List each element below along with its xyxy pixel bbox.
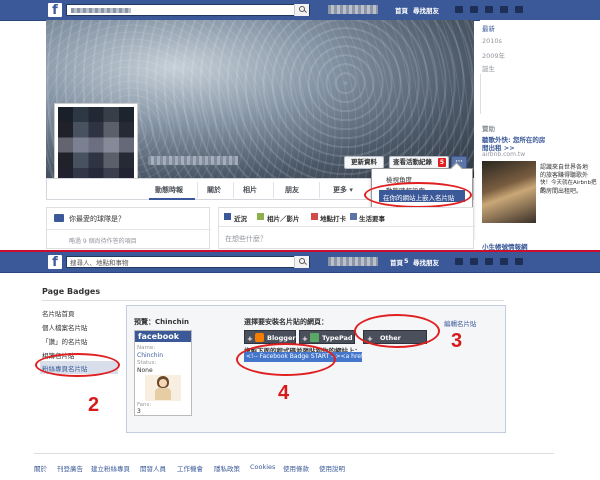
- tab-friends[interactable]: 朋友: [285, 185, 299, 195]
- choose-site-label: 選擇要安裝名片貼的網頁：: [244, 318, 328, 326]
- annotation-number-4: 4: [278, 382, 290, 404]
- top-search-input[interactable]: [66, 4, 310, 16]
- ad-domain[interactable]: airbnb.com.tw: [482, 151, 525, 158]
- facebook-badge-preview[interactable]: facebook Name: Chinchin Status: None Fan…: [134, 330, 192, 416]
- badge-avatar-illustration: [145, 375, 181, 401]
- friend-requests-icon-2[interactable]: [455, 258, 463, 265]
- like-question-icon: [54, 214, 64, 222]
- blurred-profile-name: [148, 156, 238, 165]
- annotation-number-2: 2: [88, 394, 100, 416]
- bottom-nav-find-friends[interactable]: 尋找朋友: [413, 257, 439, 267]
- bottom-search-input[interactable]: 搜尋人、地點和事物: [66, 256, 310, 268]
- edit-badge-link[interactable]: 編輯名片貼: [444, 318, 477, 328]
- ad-text-line-4: 的房間出租吧。: [540, 188, 583, 195]
- annotation-number-3: 3: [451, 330, 463, 352]
- sponsored-label: 贊助: [482, 125, 495, 133]
- activity-log-label: 查看活動紀錄: [393, 158, 432, 166]
- composer-input[interactable]: 在想些什麼？: [225, 234, 267, 244]
- lock-icon-2[interactable]: [500, 258, 508, 265]
- pencil-icon: [224, 213, 231, 220]
- typepad-button[interactable]: + TypePad: [299, 330, 355, 344]
- friends-question-title[interactable]: 你最愛的球隊是？: [69, 214, 125, 224]
- blurred-search-text: [71, 8, 131, 13]
- messages-icon-2[interactable]: [470, 258, 478, 265]
- footer-terms[interactable]: 使用條款: [283, 463, 309, 473]
- photo-icon: [257, 213, 264, 220]
- top-facebook-bar: f 首頁 尋找朋友: [0, 0, 600, 21]
- annotation-circle-4: [236, 343, 336, 376]
- badge-brand: facebook: [135, 331, 191, 342]
- top-nav-find-friends[interactable]: 尋找朋友: [413, 5, 439, 15]
- blurred-user-name-2[interactable]: [328, 257, 378, 266]
- composer-card: 近況 相片／影片 地點打卡 生活要事 在想些什麼？: [218, 207, 475, 249]
- tab-timeline[interactable]: 動態時報: [155, 185, 183, 195]
- search-icon-2[interactable]: [294, 256, 309, 268]
- annotation-circle-1: [364, 182, 472, 208]
- footer-privacy[interactable]: 隱私政策: [214, 463, 240, 473]
- bottom-nav-home[interactable]: 首頁: [390, 257, 403, 267]
- activity-count-badge: 5: [438, 158, 446, 167]
- footer-careers[interactable]: 工作機會: [177, 463, 203, 473]
- tab-photos[interactable]: 相片: [243, 185, 257, 195]
- friend-requests-icon[interactable]: [455, 6, 463, 13]
- blogger-label: Blogger: [267, 334, 296, 342]
- facebook-logo-icon-2[interactable]: f: [48, 255, 62, 270]
- life-event-icon: [350, 213, 357, 220]
- right-sidebar: 最新 2010s 2009年 誕生 贊助 聽歌外快: 您所在的房 間出租 >> …: [480, 20, 600, 252]
- location-icon: [311, 213, 318, 220]
- settings-icon[interactable]: [515, 6, 523, 13]
- top-nav-home[interactable]: 首頁: [395, 5, 408, 15]
- notifications-icon-2[interactable]: [485, 258, 493, 265]
- annotation-circle-2: [35, 353, 120, 377]
- facebook-logo-icon[interactable]: f: [48, 3, 62, 18]
- badge-status: None: [137, 367, 153, 374]
- profile-picture-image: [58, 107, 134, 183]
- badge-name-label: Name:: [137, 345, 156, 351]
- footer-create-page[interactable]: 建立粉絲專頁: [91, 463, 130, 473]
- messages-icon[interactable]: [470, 6, 478, 13]
- badge-status-label: Status:: [137, 360, 157, 366]
- bottom-search-placeholder: 搜尋人、地點和事物: [70, 259, 129, 267]
- notifications-icon[interactable]: [485, 6, 493, 13]
- composer-tab-photo[interactable]: 相片／影片: [267, 213, 300, 223]
- composer-tab-status[interactable]: 近況: [234, 213, 247, 223]
- friends-question-skip[interactable]: 略過 9 個尚待作答的項目: [69, 236, 137, 245]
- blogger-icon: [255, 333, 264, 342]
- profile-picture[interactable]: [54, 103, 138, 187]
- typepad-icon: [310, 333, 319, 342]
- page-title: Page Badges: [42, 287, 101, 296]
- typepad-label: TypePad: [322, 334, 353, 342]
- year-birth[interactable]: 誕生: [482, 63, 495, 73]
- badge-fans: 3: [137, 408, 141, 415]
- year-latest[interactable]: 最新: [482, 23, 495, 33]
- home-count-badge: 5: [404, 257, 409, 265]
- footer-about[interactable]: 關於: [34, 463, 47, 473]
- left-nav-badges-home[interactable]: 名片貼首頁: [42, 308, 75, 318]
- annotation-circle-3: [354, 314, 440, 348]
- left-nav-profile-badge[interactable]: 個人檔案名片貼: [42, 322, 88, 332]
- blurred-user-name[interactable]: [328, 5, 378, 14]
- ad-room-image[interactable]: [482, 161, 536, 223]
- search-icon[interactable]: [294, 4, 309, 16]
- composer-tab-life-event[interactable]: 生活要事: [359, 213, 385, 223]
- year-2010s[interactable]: 2010s: [482, 37, 502, 45]
- tab-more[interactable]: 更多 ▾: [333, 185, 353, 195]
- year-2009[interactable]: 2009年: [482, 50, 505, 60]
- left-nav-like-badge[interactable]: 「讚」的名片貼: [42, 336, 88, 346]
- blogger-button[interactable]: + Blogger: [244, 330, 296, 344]
- composer-tab-checkin[interactable]: 地點打卡: [320, 213, 346, 223]
- friends-question-card: 你最愛的球隊是？ 略過 9 個尚待作答的項目: [46, 207, 211, 249]
- footer-advertise[interactable]: 刊登廣告: [57, 463, 83, 473]
- footer-cookies[interactable]: Cookies: [250, 463, 275, 471]
- lock-icon[interactable]: [500, 6, 508, 13]
- badge-name: Chinchin: [137, 352, 164, 359]
- footer-developers[interactable]: 開發人員: [140, 463, 166, 473]
- bottom-facebook-bar: f 搜尋人、地點和事物 首頁 5 尋找朋友: [0, 252, 600, 273]
- preview-label: 預覽：Chinchin: [134, 318, 190, 326]
- tab-about[interactable]: 關於: [207, 185, 221, 195]
- settings-icon-2[interactable]: [515, 258, 523, 265]
- footer-help[interactable]: 使用說明: [319, 463, 345, 473]
